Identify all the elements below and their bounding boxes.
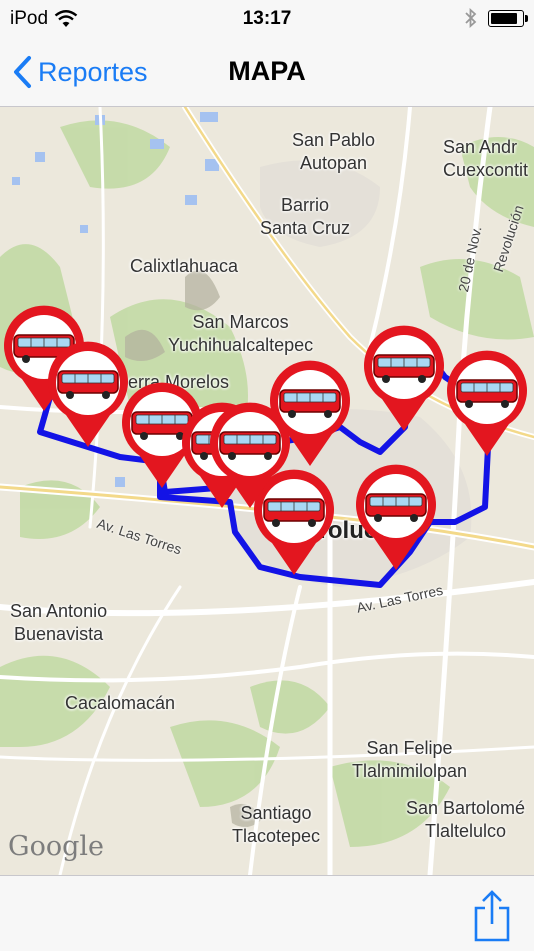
google-attribution: Google (8, 831, 104, 862)
place-label-calixtlahuaca: Calixtlahuaca (130, 256, 239, 276)
bus-pin-icon (356, 464, 436, 570)
bus-pin-icon (364, 325, 444, 431)
status-right (464, 8, 528, 28)
place-label-san-antonio: San Antonio Buenavista (10, 601, 108, 644)
place-label-san-bartolome: San Bartolomé Tlaltelulco (406, 798, 526, 841)
place-label-san-pablo: San Pablo Autopan (292, 130, 376, 173)
bus-stop-marker[interactable] (352, 464, 440, 572)
map-view[interactable]: San Pablo Autopan San Andr Cuexcontit Ba… (0, 107, 534, 875)
place-label-san-felipe: San Felipe Tlalmimilolpan (352, 738, 468, 781)
page-title: MAPA (228, 56, 306, 86)
bus-stop-marker[interactable] (360, 325, 448, 433)
bus-stop-marker[interactable] (206, 402, 294, 510)
share-icon[interactable] (472, 890, 512, 942)
bus-pin-icon (210, 402, 290, 508)
status-bar: iPod 13:17 (0, 0, 534, 38)
place-label-san-andres: San Andr Cuexcontit (443, 137, 529, 180)
place-label-santiago: Santiago Tlacotepec (232, 803, 321, 846)
place-label-barrio: Barrio Santa Cruz (260, 195, 351, 238)
place-label-san-marcos: San Marcos Yuchihualcaltepec (168, 312, 314, 355)
bus-pin-icon (447, 350, 527, 456)
bottom-toolbar (0, 875, 534, 951)
bus-stop-marker[interactable] (443, 350, 531, 458)
bluetooth-icon (465, 8, 477, 28)
place-label-cacalomacan: Cacalomacán (65, 693, 176, 713)
status-time: 13:17 (242, 8, 292, 29)
battery-icon (488, 9, 528, 27)
navigation-bar: Reportes MAPA (0, 38, 534, 107)
